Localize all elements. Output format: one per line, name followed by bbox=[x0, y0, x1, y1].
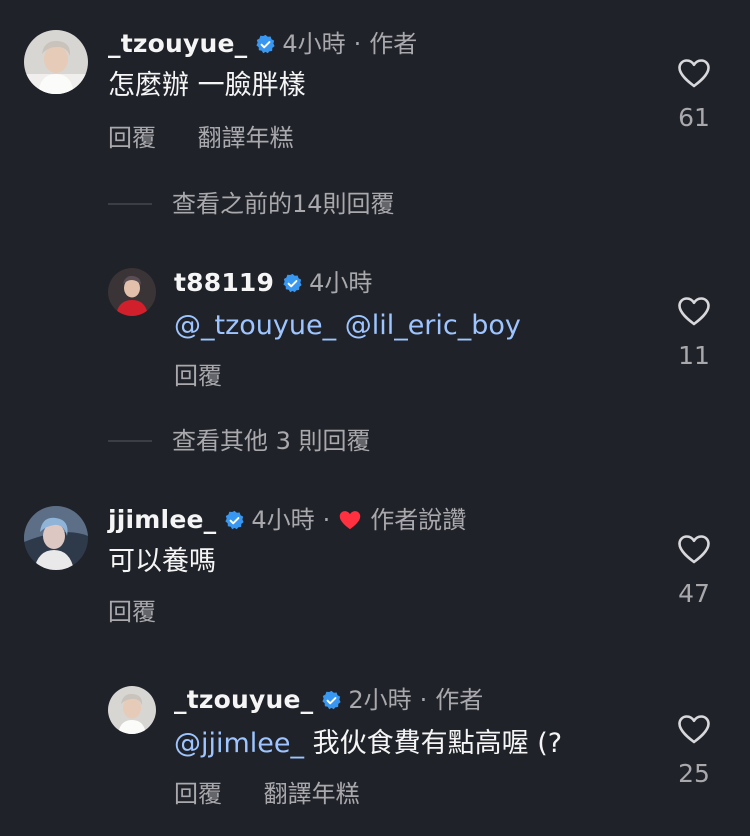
reply-button[interactable]: 回覆 bbox=[108, 124, 156, 152]
avatar[interactable] bbox=[24, 506, 88, 570]
reply-button[interactable]: 回覆 bbox=[174, 362, 222, 390]
avatar[interactable] bbox=[108, 686, 156, 734]
username[interactable]: jjimlee_ bbox=[108, 504, 216, 536]
timestamp: 4小時 bbox=[309, 269, 373, 297]
divider-line bbox=[108, 203, 152, 205]
like-count: 11 bbox=[678, 341, 710, 370]
author-tag: 作者 bbox=[369, 30, 418, 58]
reply-button[interactable]: 回覆 bbox=[174, 780, 222, 808]
view-more-label[interactable]: 查看之前的14則回覆 bbox=[172, 188, 395, 220]
reply-button[interactable]: 回覆 bbox=[108, 598, 156, 626]
comment-body: 我伙食費有點高喔 (? bbox=[312, 728, 563, 759]
comment-text: @jjimlee_ 我伙食費有點高喔 (? bbox=[174, 726, 562, 762]
comment-text: 可以養嗎 bbox=[108, 546, 216, 577]
avatar[interactable] bbox=[24, 30, 88, 94]
view-previous-replies[interactable]: 查看之前的14則回覆 bbox=[108, 188, 395, 220]
username[interactable]: t88119 bbox=[174, 267, 274, 299]
view-more-label[interactable]: 查看其他 3 則回覆 bbox=[172, 425, 371, 457]
heart-filled-icon bbox=[338, 509, 362, 531]
like-control: 11 bbox=[666, 296, 722, 370]
verified-badge-icon bbox=[255, 34, 276, 55]
separator-dot: · bbox=[419, 686, 428, 714]
author-tag: 作者 bbox=[435, 686, 484, 714]
heart-outline-icon[interactable] bbox=[677, 714, 711, 744]
separator-dot: · bbox=[353, 30, 362, 58]
timestamp: 2小時 bbox=[348, 686, 412, 714]
like-count: 61 bbox=[678, 103, 710, 132]
separator-dot: · bbox=[322, 506, 331, 534]
like-count: 47 bbox=[678, 579, 710, 608]
mention-link[interactable]: @lil_eric_boy bbox=[345, 310, 521, 341]
comment-text: 怎麼辦 一臉胖樣 bbox=[108, 70, 306, 101]
username[interactable]: _tzouyue_ bbox=[108, 28, 247, 60]
like-control: 47 bbox=[666, 534, 722, 608]
avatar[interactable] bbox=[108, 268, 156, 316]
verified-badge-icon bbox=[224, 510, 245, 531]
divider-line bbox=[108, 440, 152, 442]
heart-outline-icon[interactable] bbox=[677, 296, 711, 326]
heart-outline-icon[interactable] bbox=[677, 534, 711, 564]
username[interactable]: _tzouyue_ bbox=[174, 684, 313, 716]
heart-outline-icon[interactable] bbox=[677, 58, 711, 88]
view-other-replies[interactable]: 查看其他 3 則回覆 bbox=[108, 425, 371, 457]
timestamp: 4小時 bbox=[282, 30, 346, 58]
timestamp: 4小時 bbox=[251, 506, 315, 534]
translate-button[interactable]: 翻譯年糕 bbox=[198, 124, 294, 152]
mention-link[interactable]: @_tzouyue_ bbox=[174, 310, 336, 341]
like-control: 25 bbox=[666, 714, 722, 788]
translate-button[interactable]: 翻譯年糕 bbox=[264, 780, 360, 808]
verified-badge-icon bbox=[321, 690, 342, 711]
author-liked-tag: 作者說讚 bbox=[370, 506, 467, 534]
like-control: 61 bbox=[666, 58, 722, 132]
mention-link[interactable]: @jjimlee_ bbox=[174, 728, 304, 759]
verified-badge-icon bbox=[282, 273, 303, 294]
like-count: 25 bbox=[678, 759, 710, 788]
comment-text: @_tzouyue_ @lil_eric_boy bbox=[174, 308, 521, 344]
